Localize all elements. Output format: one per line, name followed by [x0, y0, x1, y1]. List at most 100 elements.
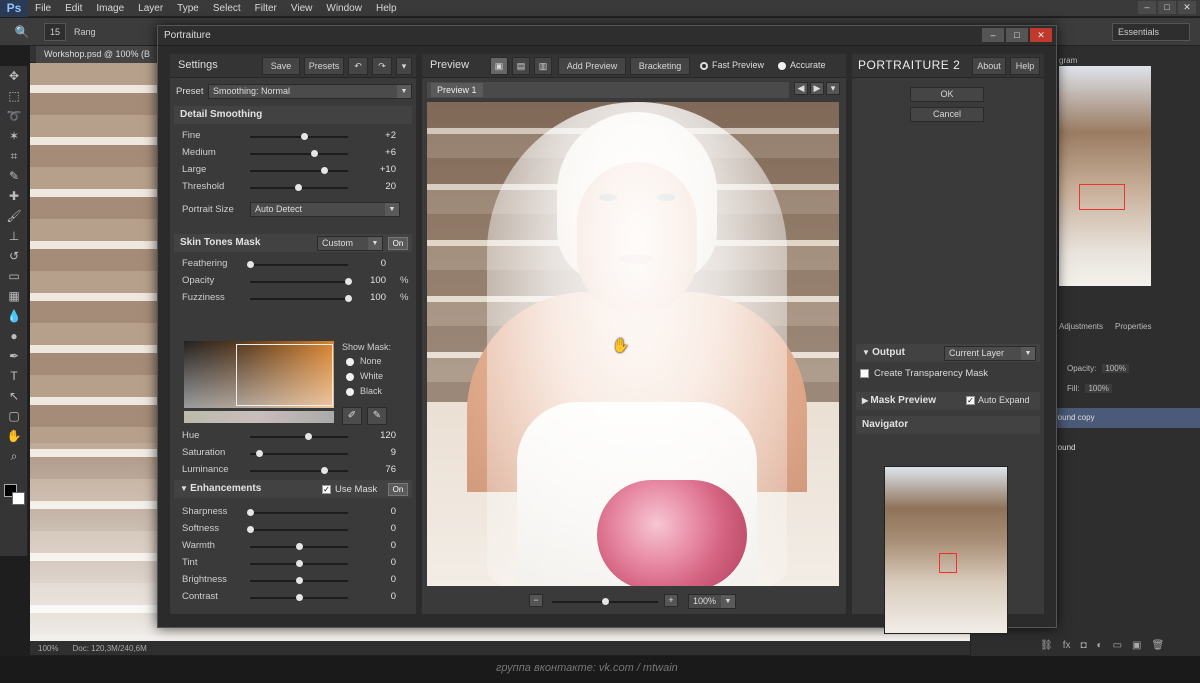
- layer-row[interactable]: round copy: [1051, 408, 1200, 428]
- slider-value[interactable]: 100: [356, 275, 386, 286]
- slider-track[interactable]: [250, 278, 352, 285]
- ok-button[interactable]: OK: [910, 87, 984, 102]
- preset-select[interactable]: Smoothing: Normal ▼: [208, 84, 412, 99]
- next-preview-icon[interactable]: ▶: [810, 82, 824, 95]
- folder-icon[interactable]: ▭: [1113, 640, 1122, 651]
- skin-color-picker[interactable]: [184, 341, 334, 408]
- about-button[interactable]: About: [972, 57, 1006, 75]
- menu-file[interactable]: File: [28, 0, 58, 17]
- slider-track[interactable]: [247, 526, 348, 533]
- slider-knob[interactable]: [296, 577, 303, 584]
- document-tab[interactable]: Workshop.psd @ 100% (B: [36, 46, 159, 63]
- hue-strip[interactable]: [184, 411, 334, 423]
- fx-icon[interactable]: fx: [1063, 640, 1071, 651]
- color-swatches[interactable]: [4, 484, 26, 506]
- blur-tool-icon[interactable]: 💧: [0, 306, 28, 326]
- menu-filter[interactable]: Filter: [248, 0, 284, 17]
- transparency-checkbox[interactable]: [860, 369, 869, 378]
- maximize-icon[interactable]: □: [1006, 28, 1028, 42]
- menu-help[interactable]: Help: [369, 0, 404, 17]
- type-tool-icon[interactable]: T: [0, 366, 28, 386]
- eyedropper-plus-icon[interactable]: ✎: [367, 407, 387, 425]
- slider-track[interactable]: [250, 150, 348, 157]
- slider-knob[interactable]: [321, 467, 329, 474]
- show-mask-black-radio[interactable]: [346, 388, 354, 396]
- slider-knob[interactable]: [320, 167, 328, 174]
- slider-track[interactable]: [250, 433, 348, 440]
- navigator-view-rect[interactable]: [939, 553, 957, 573]
- color-selection-box[interactable]: [236, 344, 333, 406]
- shape-tool-icon[interactable]: ▢: [0, 406, 28, 426]
- background-color[interactable]: [12, 492, 25, 505]
- zoom-tool-icon[interactable]: ⌕: [0, 446, 28, 466]
- slider-value[interactable]: 0: [366, 574, 396, 585]
- close-icon[interactable]: ✕: [1178, 1, 1196, 14]
- tab-adjustments[interactable]: Adjustments: [1059, 322, 1103, 336]
- eyedropper-icon[interactable]: ✐: [342, 407, 362, 425]
- slider-value[interactable]: 0: [366, 591, 396, 602]
- zoom-tool-icon[interactable]: 🔍: [8, 22, 36, 42]
- workspace-select[interactable]: Essentials: [1112, 23, 1190, 41]
- slider-track[interactable]: [247, 509, 348, 516]
- lasso-tool-icon[interactable]: ➰: [0, 106, 28, 126]
- slider-track[interactable]: [250, 184, 348, 191]
- move-tool-icon[interactable]: ✥: [0, 66, 28, 86]
- adjustment-icon[interactable]: ◐: [1097, 640, 1103, 651]
- slider-track[interactable]: [250, 560, 348, 567]
- slider-knob[interactable]: [296, 594, 303, 601]
- gradient-tool-icon[interactable]: ▦: [0, 286, 28, 306]
- minimize-icon[interactable]: –: [982, 28, 1004, 42]
- menu-image[interactable]: Image: [89, 0, 131, 17]
- zoom-slider-knob[interactable]: [602, 598, 609, 605]
- status-zoom[interactable]: 100%: [38, 644, 58, 653]
- output-select[interactable]: Current Layer ▼: [944, 346, 1036, 361]
- menu-edit[interactable]: Edit: [58, 0, 89, 17]
- slider-track[interactable]: [250, 577, 348, 584]
- slider-track[interactable]: [250, 467, 348, 474]
- slider-value[interactable]: +10: [366, 164, 396, 175]
- eyedropper-tool-icon[interactable]: ✎: [0, 166, 28, 186]
- slider-track[interactable]: [250, 543, 348, 550]
- zoom-out-icon[interactable]: −: [529, 594, 543, 607]
- slider-knob[interactable]: [247, 261, 254, 268]
- menu-type[interactable]: Type: [170, 0, 206, 17]
- link-icon[interactable]: ⛓: [1040, 640, 1053, 651]
- help-button[interactable]: Help: [1010, 57, 1040, 75]
- crop-tool-icon[interactable]: ⌗: [0, 146, 28, 166]
- slider-value[interactable]: +2: [366, 130, 396, 141]
- navigator-thumbnail[interactable]: [884, 466, 1008, 634]
- opacity-field[interactable]: 100%: [1102, 363, 1129, 373]
- slider-track[interactable]: [250, 133, 348, 140]
- preview-tab[interactable]: Preview 1: [431, 83, 483, 97]
- menu-layer[interactable]: Layer: [131, 0, 170, 17]
- path-select-icon[interactable]: ↖: [0, 386, 28, 406]
- settings-menu-icon[interactable]: ▾: [396, 57, 412, 75]
- preview-menu-icon[interactable]: ▾: [826, 82, 840, 95]
- slider-value[interactable]: 0: [366, 523, 396, 534]
- slider-knob[interactable]: [296, 543, 303, 550]
- zoom-select[interactable]: 100% ▼: [688, 594, 736, 609]
- trash-icon[interactable]: 🗑: [1151, 640, 1164, 651]
- slider-knob[interactable]: [300, 133, 308, 140]
- brush-size-field[interactable]: 15: [44, 22, 67, 41]
- fill-field[interactable]: 100%: [1085, 383, 1112, 393]
- show-mask-white-radio[interactable]: [346, 373, 354, 381]
- slider-value[interactable]: 0: [366, 506, 396, 517]
- dodge-tool-icon[interactable]: ●: [0, 326, 28, 346]
- maximize-icon[interactable]: □: [1158, 1, 1176, 14]
- slider-track[interactable]: [247, 261, 348, 268]
- new-layer-icon[interactable]: ▣: [1132, 640, 1141, 651]
- auto-expand-checkbox[interactable]: ✓: [966, 396, 975, 405]
- menu-select[interactable]: Select: [206, 0, 248, 17]
- minimize-icon[interactable]: –: [1138, 1, 1156, 14]
- collapse-icon[interactable]: ▼: [862, 348, 872, 357]
- split-vertical-icon[interactable]: ▥: [534, 57, 552, 75]
- slider-knob[interactable]: [345, 278, 352, 285]
- healing-tool-icon[interactable]: ✚: [0, 186, 28, 206]
- slider-knob[interactable]: [310, 150, 318, 157]
- add-preview-button[interactable]: Add Preview: [558, 57, 626, 75]
- close-icon[interactable]: ✕: [1030, 28, 1052, 42]
- menu-view[interactable]: View: [284, 0, 320, 17]
- slider-track[interactable]: [250, 295, 352, 302]
- skin-mode-select[interactable]: Custom ▼: [317, 236, 383, 251]
